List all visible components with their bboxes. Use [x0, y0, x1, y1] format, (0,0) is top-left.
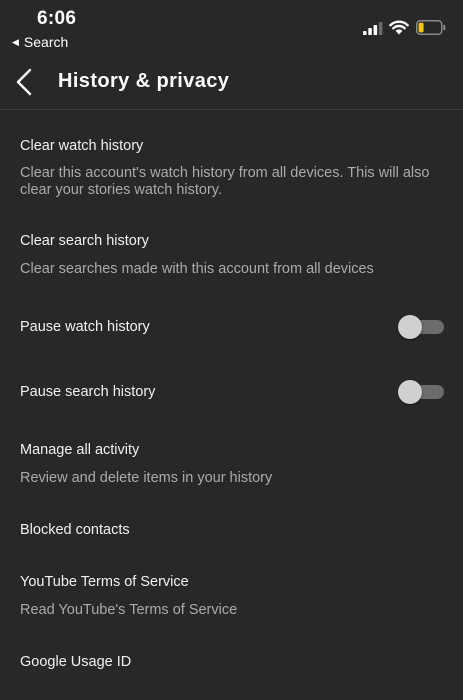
item-title: Clear watch history [20, 138, 144, 154]
clear-watch-history-item[interactable]: Clear watch history Clear this account's… [0, 126, 463, 206]
toggle-knob [398, 315, 422, 339]
status-bar: 6:06 ◀ Search [0, 0, 463, 56]
page-title: History & privacy [58, 70, 230, 92]
item-title: Blocked contacts [20, 522, 130, 538]
item-subtitle: Clear this account's watch history from … [20, 165, 430, 198]
clear-search-history-item[interactable]: Clear search history Clear searches made… [0, 222, 463, 284]
back-triangle-icon: ◀ [12, 36, 19, 47]
youtube-terms-of-service-item[interactable]: YouTube Terms of Service Read YouTube's … [0, 562, 463, 624]
pause-search-history-item[interactable]: Pause search history [0, 370, 463, 414]
item-title: Manage all activity [20, 442, 140, 458]
pause-search-history-toggle[interactable] [398, 380, 444, 404]
item-title: Pause watch history [20, 319, 150, 335]
item-title: Pause search history [20, 384, 156, 400]
item-title: Google Usage ID [20, 654, 132, 670]
google-usage-id-item[interactable]: Google Usage ID [0, 642, 463, 686]
pause-watch-history-toggle[interactable] [398, 315, 444, 339]
item-title: YouTube Terms of Service [20, 574, 189, 590]
cellular-signal-icon [363, 22, 383, 35]
toggle-knob [398, 380, 422, 404]
blocked-contacts-item[interactable]: Blocked contacts [0, 508, 463, 552]
wifi-icon [389, 20, 409, 35]
back-to-app-label: Search [23, 34, 69, 50]
app-header: History & privacy [0, 56, 463, 110]
status-time: 6:06 [37, 8, 77, 29]
item-title: Clear search history [20, 233, 149, 249]
item-subtitle: Clear searches made with this account fr… [20, 261, 374, 277]
item-subtitle: Review and delete items in your history [20, 470, 273, 486]
manage-all-activity-item[interactable]: Manage all activity Review and delete it… [0, 430, 463, 492]
back-to-app-button[interactable]: ◀ Search [12, 34, 68, 50]
item-subtitle: Read YouTube's Terms of Service [20, 602, 238, 618]
battery-icon [416, 20, 446, 35]
pause-watch-history-item[interactable]: Pause watch history [0, 305, 463, 349]
back-arrow-icon[interactable] [14, 68, 34, 96]
